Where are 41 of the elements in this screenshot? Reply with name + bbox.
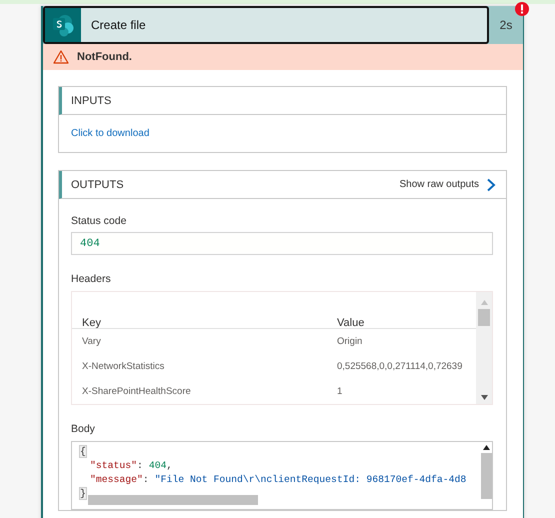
column-header: Key bbox=[82, 316, 102, 328]
scroll-down-icon bbox=[480, 395, 488, 400]
table-cell-text: Vary bbox=[82, 336, 102, 347]
table-cell-text: Origin bbox=[337, 336, 364, 347]
scroll-thumb[interactable] bbox=[478, 309, 490, 326]
scrollbar[interactable] bbox=[480, 442, 492, 501]
code-punctuation: : bbox=[137, 460, 144, 471]
scroll-thumb[interactable] bbox=[480, 453, 492, 499]
table-cell-text: 0,525568,0,0,271114,0,72639 bbox=[337, 361, 464, 372]
code-key: "message" bbox=[90, 474, 143, 485]
field-label: Headers bbox=[71, 273, 112, 285]
action-header[interactable]: Create file bbox=[43, 6, 489, 44]
column-header: Value bbox=[337, 316, 366, 328]
table-cell-text: X-SharePointHealthScore bbox=[82, 386, 192, 397]
code-editor[interactable]: { "status": 404, "message": "File Not Found\r\nclientRequestId: 968170ef-4dfa-4d8 } bbox=[71, 441, 493, 510]
scrollbar[interactable] bbox=[476, 292, 492, 404]
field-label: Status code bbox=[71, 215, 128, 227]
action-title: Create file bbox=[90, 18, 146, 32]
code-punctuation: : bbox=[142, 474, 150, 485]
code-brace: } bbox=[80, 488, 86, 499]
code-string: "File Not Found\r\nclientRequestId: 968170ef-4dfa-4d8 bbox=[154, 474, 466, 485]
field-label: Body bbox=[71, 423, 96, 435]
scroll-up-icon bbox=[482, 445, 490, 450]
warning-icon bbox=[53, 50, 69, 64]
download-link[interactable]: Click to download bbox=[71, 128, 150, 139]
scroll-thumb[interactable] bbox=[88, 495, 258, 505]
code-key: "status" bbox=[90, 460, 138, 471]
section-title: INPUTS bbox=[71, 94, 112, 106]
show-raw-outputs-button[interactable]: Show raw outputs bbox=[400, 178, 496, 192]
code-number: 404 bbox=[148, 460, 166, 471]
table-cell-text: X-NetworkStatistics bbox=[82, 361, 166, 372]
app-logo-icon bbox=[45, 8, 81, 42]
duration-label: 2s bbox=[498, 17, 514, 34]
error-message: NotFound. bbox=[77, 51, 132, 63]
chevron-right-icon bbox=[486, 178, 496, 192]
code-brace: { bbox=[80, 446, 86, 457]
section-title: OUTPUTS bbox=[71, 178, 124, 190]
table-cell-text: 1 bbox=[337, 386, 344, 397]
scroll-up-icon bbox=[480, 300, 488, 305]
code-punctuation: , bbox=[166, 460, 172, 471]
status-code-field: 404 bbox=[71, 232, 493, 255]
